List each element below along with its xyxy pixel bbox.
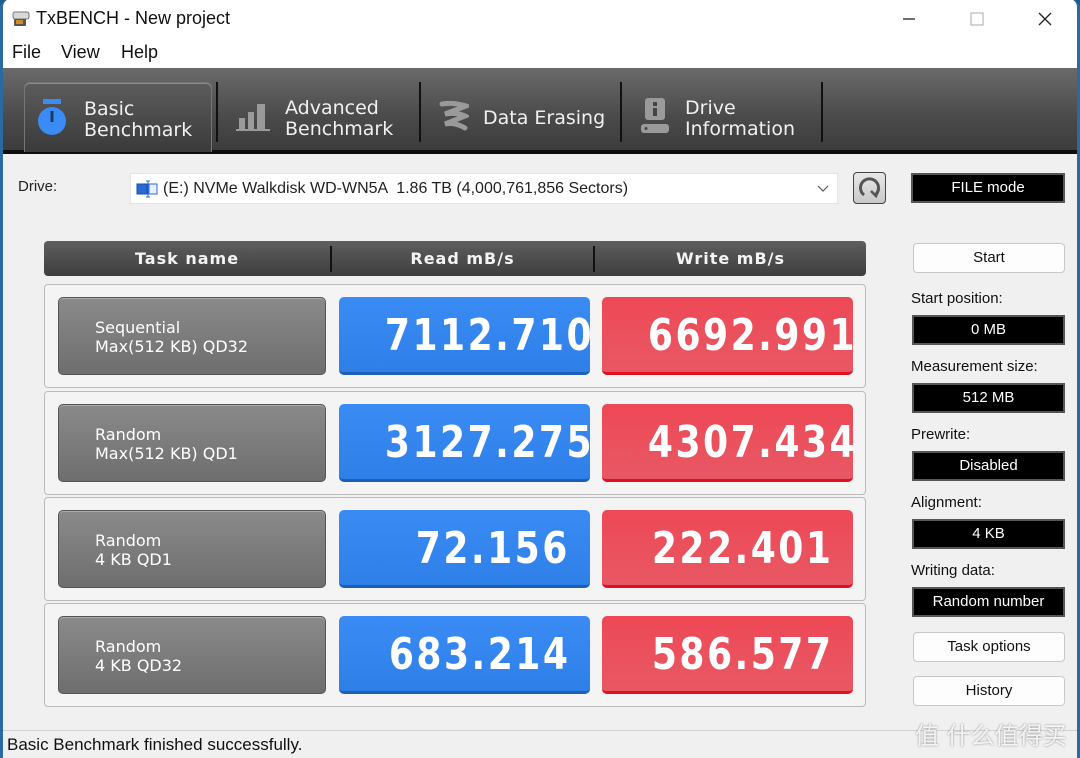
status-text: Basic Benchmark finished successfully. — [7, 735, 303, 754]
result-row: Random 4 KB QD32 683.214 586.577 — [44, 603, 866, 707]
write-value: 4307.434 — [602, 404, 855, 482]
result-row: Sequential Max(512 KB) QD32 7112.710 669… — [44, 284, 866, 388]
start-position-label: Start position: — [911, 290, 1003, 307]
minimize-button[interactable] — [875, 0, 943, 38]
write-value: 586.577 — [602, 616, 853, 694]
prewrite-value[interactable]: Disabled — [912, 451, 1065, 481]
task-button[interactable]: Random Max(512 KB) QD1 — [58, 404, 326, 482]
tab-basic-benchmark[interactable]: Basic Benchmark — [24, 82, 212, 152]
measurement-size-value[interactable]: 512 MB — [912, 383, 1065, 413]
history-button[interactable]: History — [913, 676, 1065, 706]
drive-label: Drive: — [18, 178, 58, 195]
task-button[interactable]: Sequential Max(512 KB) QD32 — [58, 297, 326, 375]
read-value: 3127.275 — [339, 404, 592, 482]
result-row: Random 4 KB QD1 72.156 222.401 — [44, 497, 866, 601]
writing-data-value[interactable]: Random number — [912, 587, 1065, 617]
eraser-icon — [439, 100, 469, 131]
read-value: 72.156 — [339, 510, 590, 588]
results-header: Task name Read mB/s Write mB/s — [44, 241, 866, 276]
menu-view[interactable]: View — [61, 42, 100, 63]
tab-separator — [419, 82, 421, 142]
start-position-value[interactable]: 0 MB — [912, 315, 1065, 345]
window-title: TxBENCH - New project — [36, 8, 231, 28]
drive-info-icon — [641, 98, 669, 133]
maximize-icon — [970, 12, 984, 26]
chevron-down-icon — [817, 185, 829, 192]
header-write: Write mB/s — [675, 249, 786, 268]
writing-data-label: Writing data: — [911, 562, 995, 579]
close-button[interactable] — [1011, 0, 1077, 38]
alignment-value[interactable]: 4 KB — [912, 519, 1065, 549]
maximize-button[interactable] — [943, 0, 1011, 38]
write-value: 222.401 — [602, 510, 853, 588]
tab-separator — [216, 82, 218, 142]
tab-data-erasing[interactable]: Data Erasing — [423, 82, 619, 152]
alignment-label: Alignment: — [911, 494, 982, 511]
bar-chart-icon — [236, 104, 270, 131]
tab-separator — [620, 82, 622, 142]
menu-help[interactable]: Help — [121, 42, 158, 63]
result-row: Random Max(512 KB) QD1 3127.275 4307.434 — [44, 391, 866, 495]
read-value: 683.214 — [339, 616, 590, 694]
close-icon — [1038, 12, 1052, 26]
minimize-icon — [903, 18, 915, 20]
drive-icon — [136, 180, 158, 198]
menu-bar: File View Help — [3, 38, 1077, 68]
mode-indicator: FILE mode — [911, 173, 1065, 203]
drive-select-value: (E:) NVMe Walkdisk WD-WN5A 1.86 TB (4,00… — [163, 180, 629, 197]
prewrite-label: Prewrite: — [911, 426, 971, 443]
task-button[interactable]: Random 4 KB QD32 — [58, 616, 326, 694]
menu-file[interactable]: File — [12, 42, 41, 63]
header-task-name: Task name — [134, 249, 240, 268]
read-value: 7112.710 — [339, 297, 592, 375]
refresh-icon — [859, 177, 881, 199]
drive-select[interactable]: (E:) NVMe Walkdisk WD-WN5A 1.86 TB (4,00… — [130, 173, 838, 204]
refresh-drives-button[interactable] — [853, 172, 886, 204]
watermark: 值 什么值得买 — [915, 722, 1067, 750]
stopwatch-icon — [38, 99, 66, 135]
task-options-button[interactable]: Task options — [913, 632, 1065, 662]
tab-separator — [821, 82, 823, 142]
measurement-size-label: Measurement size: — [911, 358, 1038, 375]
start-button[interactable]: Start — [913, 243, 1065, 273]
app-window: TxBENCH - New project File View Help Bas… — [0, 0, 1080, 758]
header-read: Read mB/s — [410, 249, 515, 268]
tab-drive-information[interactable]: Drive Information — [624, 82, 820, 152]
title-bar: TxBENCH - New project — [3, 0, 1077, 38]
tab-advanced-benchmark[interactable]: Advanced Benchmark — [221, 82, 417, 152]
write-value: 6692.991 — [602, 297, 855, 375]
tab-bar: Basic Benchmark Advanced Benchmark Data … — [3, 68, 1077, 154]
app-icon — [12, 11, 30, 26]
task-button[interactable]: Random 4 KB QD1 — [58, 510, 326, 588]
